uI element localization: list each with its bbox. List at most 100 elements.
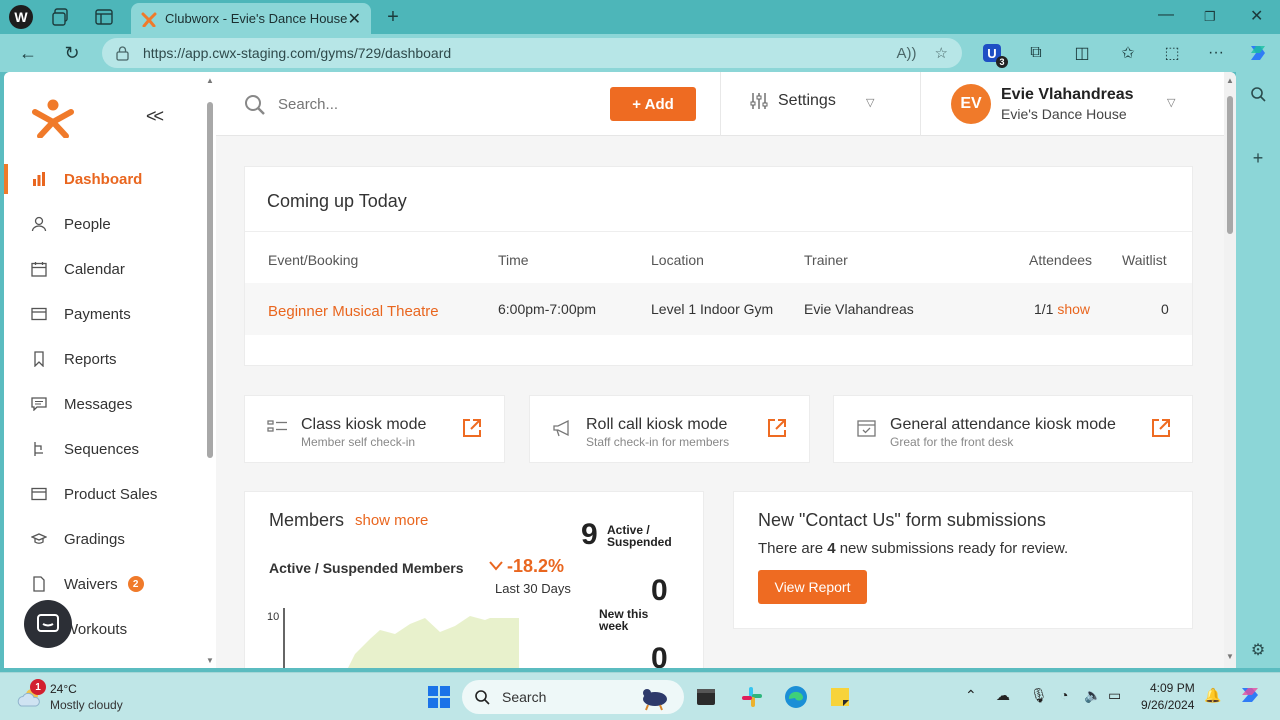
- sidebar-settings-gear-icon[interactable]: ⚙: [1248, 640, 1268, 660]
- scroll-up-icon[interactable]: ▲: [1226, 76, 1234, 85]
- active-suspended-count: 9: [581, 518, 598, 551]
- clubworx-logo[interactable]: [32, 98, 74, 138]
- sidebar-item-messages[interactable]: Messages: [4, 389, 204, 419]
- sidebar-scroll-thumb[interactable]: [207, 102, 213, 458]
- onedrive-cloud-icon[interactable]: ☁: [996, 687, 1010, 704]
- sidebar-item-reports[interactable]: Reports: [4, 344, 204, 374]
- sidebar-item-product-sales[interactable]: Product Sales: [4, 479, 204, 509]
- settings-dropdown[interactable]: Settings ▽: [750, 92, 890, 110]
- microphone-icon[interactable]: 🎙: [1030, 687, 1048, 704]
- coming-up-title: Coming up Today: [267, 191, 407, 211]
- attendees-show-link[interactable]: show: [1057, 301, 1090, 317]
- tab-actions-icon[interactable]: [91, 5, 117, 29]
- close-tab-icon[interactable]: ✕: [348, 9, 361, 29]
- app-slack-icon[interactable]: [738, 683, 766, 711]
- screenshot-icon[interactable]: ⬚: [1160, 42, 1184, 64]
- extensions-puzzle-icon[interactable]: ⧉: [1024, 42, 1048, 64]
- browser-sidebar: + ⚙: [1236, 72, 1280, 668]
- waivers-badge: 2: [127, 576, 144, 592]
- sidebar-item-payments[interactable]: Payments: [4, 299, 204, 329]
- members-card: Members show more Active / Suspended Mem…: [244, 491, 704, 668]
- browser-address-bar: ← ↻ https://app.cwx-staging.com/gyms/729…: [0, 34, 1280, 72]
- clock-time[interactable]: 4:09 PM: [1150, 681, 1195, 695]
- roll-call-kiosk-card[interactable]: Roll call kiosk mode Staff check-in for …: [529, 395, 810, 463]
- add-button[interactable]: + Add: [610, 87, 696, 121]
- app-terminal-icon[interactable]: [692, 683, 720, 711]
- open-external-icon[interactable]: [461, 417, 483, 439]
- grad-cap-icon: [30, 530, 48, 548]
- sidebar-item-people[interactable]: People: [4, 209, 204, 239]
- url-text: https://app.cwx-staging.com/gyms/729/das…: [143, 45, 452, 61]
- members-change-percent: -18.2%: [507, 556, 565, 576]
- sidebar-add-icon[interactable]: +: [1248, 148, 1268, 168]
- new-tab-icon[interactable]: +: [380, 5, 406, 29]
- extension-u-icon[interactable]: U3: [980, 42, 1008, 68]
- minimize-icon[interactable]: —: [1158, 6, 1174, 24]
- refresh-icon[interactable]: ↻: [60, 42, 84, 64]
- user-menu-chevron-icon[interactable]: ▽: [1167, 96, 1175, 109]
- browser-tab-active[interactable]: Clubworx - Evie's Dance House ✕: [131, 3, 371, 34]
- sidebar-item-waivers[interactable]: Waivers 2: [4, 569, 204, 599]
- taskbar-search-box[interactable]: Search: [462, 680, 684, 714]
- sidebar-scrollbar[interactable]: ▲ ▼: [204, 72, 216, 668]
- favorite-star-icon[interactable]: ☆: [935, 44, 948, 62]
- sidebar-item-label: Sequences: [64, 440, 140, 458]
- restore-icon[interactable]: ❐: [1204, 9, 1216, 25]
- app-sticky-notes-icon[interactable]: [826, 683, 854, 711]
- calendar-icon: [30, 260, 48, 278]
- windows-start-icon[interactable]: [425, 683, 453, 711]
- view-report-button[interactable]: View Report: [758, 570, 867, 604]
- extension-badge-count: 3: [996, 56, 1008, 68]
- collapse-sidebar-icon[interactable]: <<: [146, 106, 164, 127]
- scroll-up-icon[interactable]: ▲: [206, 76, 214, 85]
- chat-icon: [37, 614, 59, 632]
- avatar[interactable]: EV: [951, 84, 991, 124]
- members-chart-title: Active / Suspended Members: [269, 560, 464, 576]
- more-menu-icon[interactable]: ···: [1204, 42, 1228, 64]
- back-icon[interactable]: ←: [16, 42, 40, 64]
- volume-icon[interactable]: 🔈: [1084, 687, 1101, 704]
- wifi-icon[interactable]: ◔: [1060, 687, 1068, 703]
- browser-tab-bar: W Clubworx - Evie's Dance House ✕ + — ❐ …: [0, 0, 1280, 34]
- split-screen-icon[interactable]: ◫: [1070, 42, 1094, 64]
- profile-icon[interactable]: W: [8, 5, 34, 29]
- main-scroll-thumb[interactable]: [1227, 96, 1233, 234]
- notifications-bell-icon[interactable]: 🔔: [1204, 687, 1221, 704]
- favorites-icon[interactable]: ✩: [1116, 42, 1140, 64]
- event-attendees: 1/1 show: [1034, 301, 1090, 317]
- main-scrollbar[interactable]: ▲ ▼: [1224, 72, 1236, 668]
- search-input[interactable]: [278, 90, 578, 118]
- general-attendance-kiosk-card[interactable]: General attendance kiosk mode Great for …: [833, 395, 1193, 463]
- app-edge-icon[interactable]: [782, 683, 810, 711]
- url-field[interactable]: https://app.cwx-staging.com/gyms/729/das…: [102, 38, 962, 68]
- battery-icon[interactable]: ▭: [1108, 687, 1121, 704]
- open-external-icon[interactable]: [766, 417, 788, 439]
- document-icon: [30, 575, 48, 593]
- chat-launcher-button[interactable]: [24, 600, 72, 648]
- members-show-more-link[interactable]: show more: [355, 512, 428, 529]
- sidebar-item-gradings[interactable]: Gradings: [4, 524, 204, 554]
- open-external-icon[interactable]: [1150, 417, 1172, 439]
- sidebar-search-icon[interactable]: [1248, 84, 1268, 104]
- clock-date[interactable]: 9/26/2024: [1141, 698, 1194, 712]
- sidebar-item-dashboard[interactable]: Dashboard: [4, 164, 204, 194]
- scroll-down-icon[interactable]: ▼: [1226, 652, 1234, 661]
- sidebar-item-label: Dashboard: [64, 170, 143, 188]
- copilot-pre-icon[interactable]: [1238, 683, 1262, 710]
- event-link[interactable]: Beginner Musical Theatre: [268, 303, 439, 320]
- list-icon: [267, 420, 287, 432]
- members-title: Members: [269, 510, 345, 530]
- read-aloud-icon[interactable]: A)): [897, 45, 917, 62]
- sidebar-item-label: Product Sales: [64, 485, 158, 503]
- close-window-icon[interactable]: ✕: [1250, 6, 1263, 26]
- sidebar-item-sequences[interactable]: Sequences: [4, 434, 204, 464]
- class-kiosk-card[interactable]: Class kiosk mode Member self check-in: [244, 395, 505, 463]
- user-name[interactable]: Evie Vlahandreas: [1001, 86, 1134, 104]
- tray-overflow-icon[interactable]: ⌃: [965, 687, 977, 704]
- sidebar-item-calendar[interactable]: Calendar: [4, 254, 204, 284]
- scroll-down-icon[interactable]: ▼: [206, 656, 214, 665]
- workspaces-icon[interactable]: [48, 5, 74, 29]
- kiosk-subtitle: Member self check-in: [301, 435, 416, 449]
- copilot-icon[interactable]: [1246, 42, 1270, 64]
- contact-text: There are 4 new submissions ready for re…: [758, 540, 1068, 557]
